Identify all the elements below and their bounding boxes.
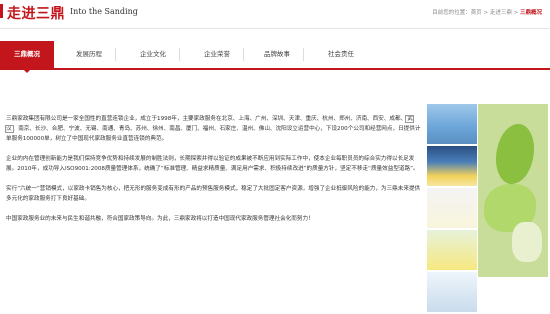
paragraph-intro: 三鼎家政集团有限公司是一家全国性的直营连锁企业，成立于1998年，主要家政服务在… [5, 114, 422, 144]
section-tabs: 三鼎概况 发展历程 企业文化 企业荣誉 品牌故事 社会责任 [0, 41, 550, 73]
tab-honors[interactable]: 企业荣誉 [190, 41, 244, 68]
breadcrumb: 目前您的位置：首页 > 走进三鼎 > 三鼎概况 [432, 8, 542, 16]
intro-text-end: 、南京、长沙、合肥、宁波、无锡、南通、青岛、苏州、徐州、南昌、厦门、福州、石家庄… [6, 126, 421, 142]
tab-label: 品牌故事 [264, 50, 290, 58]
page-title: 走进三鼎 [7, 6, 65, 22]
tab-divider [303, 48, 304, 61]
company-overview-text: 三鼎家政集团有限公司是一家全国性的直营连锁企业，成立于1998年，主要家政服务在… [5, 114, 422, 234]
breadcrumb-path[interactable]: 目前您的位置：首页 > 走进三鼎 > [432, 10, 520, 16]
page-header: 走进三鼎 Into the Sanding 目前您的位置：首页 > 走进三鼎 >… [0, 0, 550, 29]
tab-label: 三鼎概况 [14, 50, 40, 58]
page-subtitle: Into the Sanding [70, 7, 138, 16]
tab-label: 发展历程 [76, 50, 102, 58]
tab-divider [243, 48, 244, 61]
tab-history[interactable]: 发展历程 [62, 41, 116, 68]
photo-gallery [427, 104, 477, 314]
tab-label: 企业文化 [140, 50, 166, 58]
title-accent-bar [0, 4, 3, 18]
sofa-photo [427, 188, 477, 228]
towels-photo [427, 104, 477, 144]
active-tab-caret [23, 69, 31, 73]
paragraph-management: 企业的内在管理创新能力是我们保持竞争优势和持续发展的制胜法则，长期探索并得以验证… [6, 156, 419, 172]
tab-divider [115, 48, 116, 61]
tab-label: 社会责任 [328, 50, 354, 58]
tab-divider [179, 48, 180, 61]
light-shape [512, 222, 542, 262]
breadcrumb-current: 三鼎概况 [519, 10, 542, 16]
tab-overview[interactable]: 三鼎概况 [0, 41, 54, 73]
paragraph-future: 中国家政服务业的未来与民生和谐共融，符合国家政策导向。为此，三鼎家政将以打造中国… [6, 216, 314, 222]
tab-culture[interactable]: 企业文化 [126, 41, 180, 68]
green-leaf-image [478, 104, 548, 277]
tab-label: 企业荣誉 [204, 50, 230, 58]
family-photo [427, 272, 477, 312]
lemons-photo [427, 230, 477, 270]
tab-brand-story[interactable]: 品牌故事 [250, 41, 304, 68]
intro-text-start: 三鼎家政集团有限公司是一家全国性的直营连锁企业，成立于1998年，主要家政服务在… [6, 116, 407, 122]
city-skyline-photo [427, 146, 477, 186]
tab-social-responsibility[interactable]: 社会责任 [314, 41, 368, 68]
leaf-shape [496, 124, 534, 184]
paragraph-marketing: 实行“六统一”营销模式，以家政卡销售为核心，把无形的服务变成有形的产品的预售服务… [6, 186, 421, 202]
